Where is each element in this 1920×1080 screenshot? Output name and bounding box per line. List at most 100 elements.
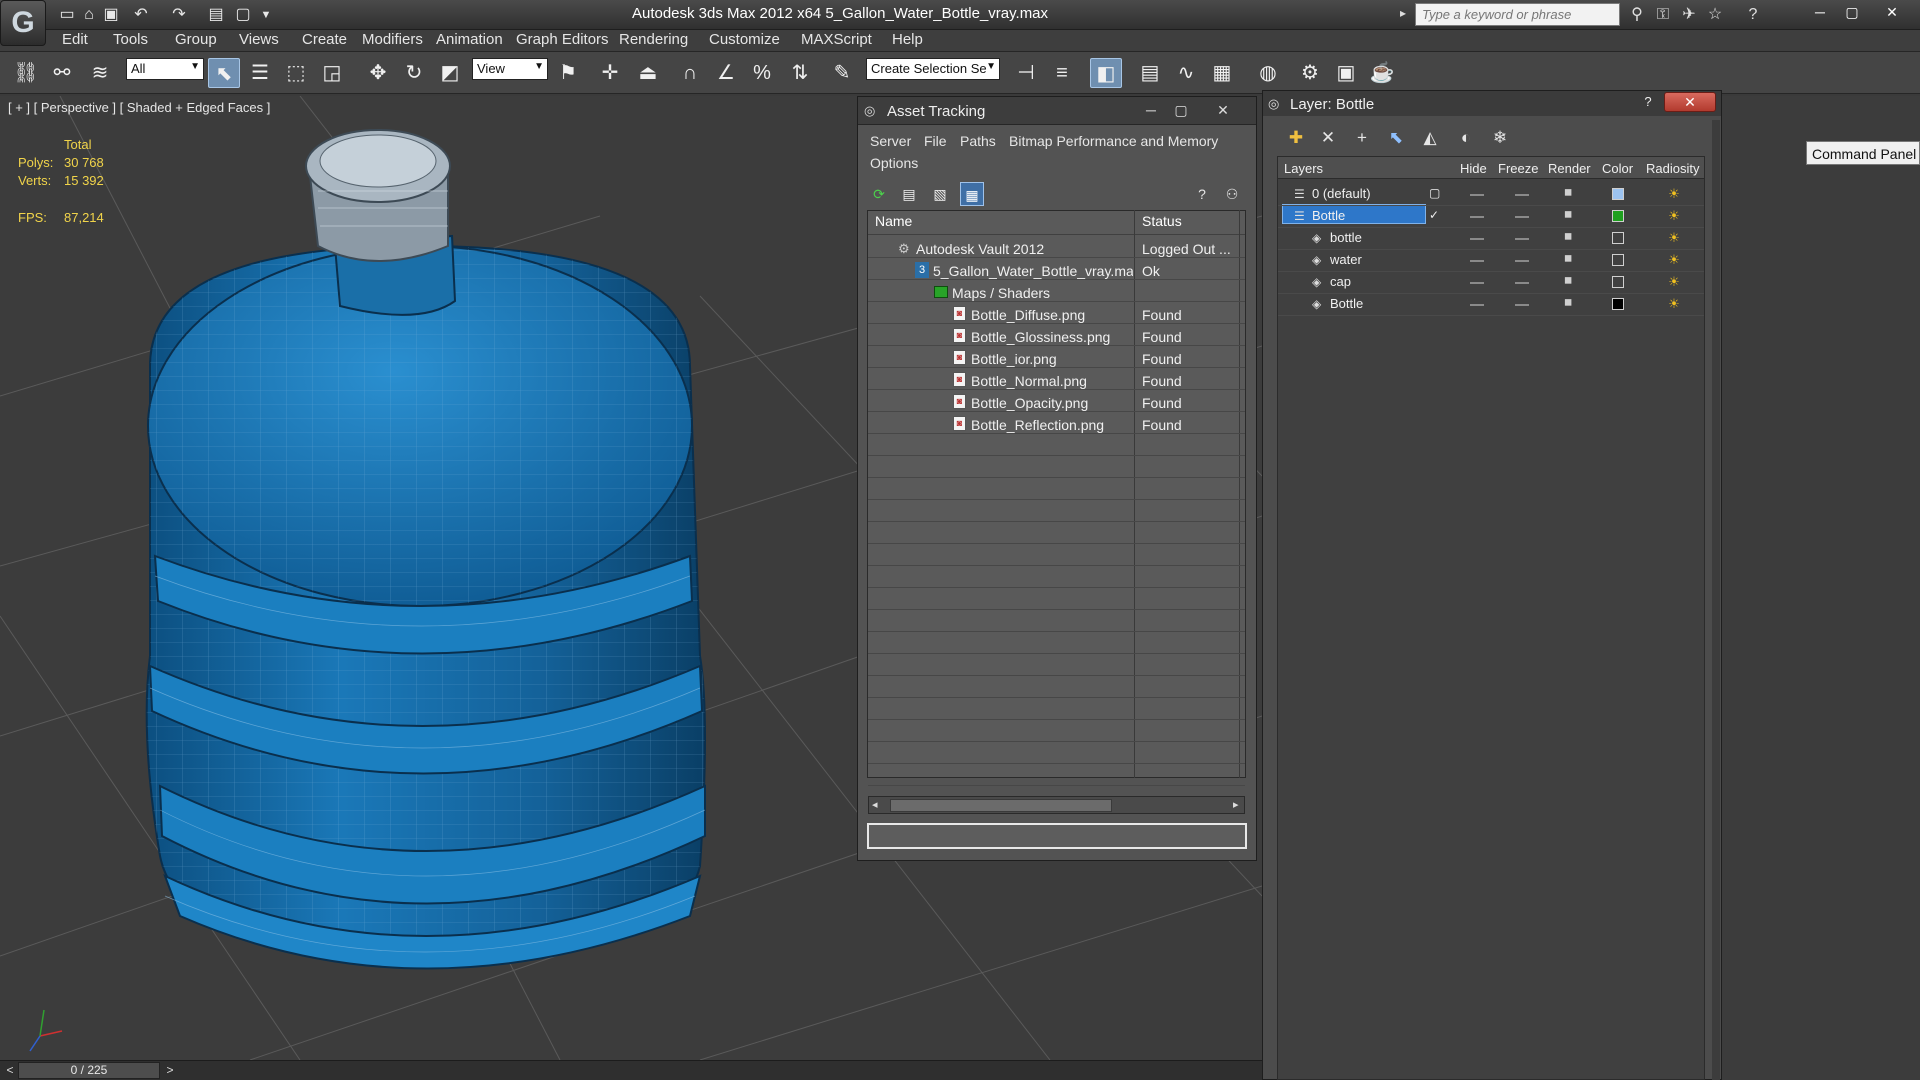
select-and-manipulate-icon[interactable]: ✛: [594, 58, 626, 88]
schematic-view-icon[interactable]: ▦: [1206, 58, 1238, 88]
menu-tools[interactable]: Tools: [113, 31, 148, 48]
menu-help[interactable]: Help: [892, 31, 923, 48]
menu-create[interactable]: Create: [302, 31, 347, 48]
asset-row-name[interactable]: Bottle_ior.png: [971, 351, 1131, 367]
favorites-star-icon[interactable]: ☆: [1702, 4, 1728, 26]
snaps-toggle-icon[interactable]: ∩: [674, 58, 706, 88]
window-layout-icon[interactable]: ▢: [232, 4, 254, 26]
create-new-layer-icon[interactable]: ✚: [1282, 125, 1310, 151]
subscription-key-icon[interactable]: ⚿: [1650, 4, 1676, 26]
select-objects-in-layer-icon[interactable]: ⬉: [1382, 125, 1410, 151]
object-row-name[interactable]: water: [1330, 252, 1362, 267]
render-setup-icon[interactable]: ⚙: [1294, 58, 1326, 88]
layer-column-layers[interactable]: Layers: [1284, 161, 1323, 176]
asset-row-name[interactable]: Bottle_Glossiness.png: [971, 329, 1131, 345]
hide-toggle[interactable]: [1470, 238, 1484, 240]
align-icon[interactable]: ≡: [1046, 58, 1078, 88]
layer-color-swatch[interactable]: [1612, 276, 1624, 288]
curve-editor-icon[interactable]: ∿: [1170, 58, 1202, 88]
layer-column-color[interactable]: Color: [1602, 161, 1633, 176]
menu-animation[interactable]: Animation: [436, 31, 503, 48]
delete-layer-icon[interactable]: ✕: [1314, 125, 1342, 151]
communication-center-icon[interactable]: ✈: [1676, 4, 1702, 26]
layer-column-render[interactable]: Render: [1548, 161, 1591, 176]
refresh-icon[interactable]: ⟳: [867, 182, 891, 206]
save-file-icon[interactable]: ▣: [100, 4, 122, 26]
asset-menu-paths[interactable]: Paths: [960, 133, 996, 149]
freeze-toggle[interactable]: [1515, 194, 1529, 196]
hide-toggle[interactable]: [1470, 304, 1484, 306]
current-layer-toggle[interactable]: [1429, 253, 1441, 265]
minimize-window-button[interactable]: ─: [1806, 2, 1834, 22]
current-layer-toggle[interactable]: [1429, 297, 1441, 309]
hide-unhide-all-icon[interactable]: ◐: [1452, 125, 1480, 151]
asset-row-name[interactable]: Bottle_Normal.png: [971, 373, 1131, 389]
layer-row-name[interactable]: Bottle: [1312, 208, 1345, 223]
select-by-name-icon[interactable]: ☰: [244, 58, 276, 88]
graphite-ribbon-icon[interactable]: ▤: [1134, 58, 1166, 88]
radiosity-icon[interactable]: ☀: [1666, 297, 1682, 311]
undo-icon[interactable]: ↶: [130, 4, 152, 26]
select-object-icon[interactable]: ⬉: [208, 58, 240, 88]
freeze-toggle[interactable]: [1515, 260, 1529, 262]
asset-row-name[interactable]: Maps / Shaders: [952, 285, 1132, 301]
asset-menu-file[interactable]: File: [924, 133, 947, 149]
render-production-icon[interactable]: ☕: [1366, 58, 1398, 88]
infocenter-search-input[interactable]: Type a keyword or phrase: [1415, 3, 1620, 26]
menu-views[interactable]: Views: [239, 31, 279, 48]
radiosity-icon[interactable]: ☀: [1666, 209, 1682, 223]
command-panel-tab[interactable]: Command Panel: [1806, 141, 1920, 165]
layer-help-button[interactable]: ?: [1636, 92, 1660, 112]
radiosity-icon[interactable]: ☀: [1666, 275, 1682, 289]
layer-close-button[interactable]: ✕: [1664, 92, 1716, 112]
menu-graph-editors[interactable]: Graph Editors: [516, 31, 609, 48]
table-view-icon[interactable]: ▦: [960, 182, 984, 206]
freeze-toggle[interactable]: [1515, 304, 1529, 306]
close-window-button[interactable]: ✕: [1878, 2, 1906, 22]
select-and-move-icon[interactable]: ✥: [362, 58, 394, 88]
new-file-icon[interactable]: ▭: [56, 4, 78, 26]
column-header-name[interactable]: Name: [875, 213, 912, 229]
hide-toggle[interactable]: [1470, 260, 1484, 262]
render-teapot-icon[interactable]: ◼: [1564, 298, 1576, 308]
angle-snap-icon[interactable]: ∠: [710, 58, 742, 88]
pivot-center-icon[interactable]: ⚑: [552, 58, 584, 88]
selection-filter-dropdown[interactable]: All ▼: [126, 58, 204, 80]
layer-column-radiosity[interactable]: Radiosity: [1646, 161, 1699, 176]
select-and-rotate-icon[interactable]: ↻: [398, 58, 430, 88]
edit-named-selection-icon[interactable]: ✎: [826, 58, 858, 88]
help-icon[interactable]: ?: [1740, 4, 1766, 26]
named-selection-set-dropdown[interactable]: Create Selection Se ▼: [866, 58, 1000, 80]
time-prev-button[interactable]: <: [2, 1062, 18, 1079]
infocenter-expand-icon[interactable]: ▸: [1400, 6, 1406, 20]
radiosity-icon[interactable]: ☀: [1666, 231, 1682, 245]
window-crossing-icon[interactable]: ◲: [316, 58, 348, 88]
asset-close-button[interactable]: ✕: [1212, 100, 1234, 120]
current-layer-toggle[interactable]: [1429, 231, 1441, 243]
highlight-selected-layer-icon[interactable]: ◭: [1416, 125, 1444, 151]
material-editor-icon[interactable]: ◍: [1252, 58, 1284, 88]
spinner-snap-icon[interactable]: ⇅: [784, 58, 816, 88]
current-layer-toggle[interactable]: [1429, 275, 1441, 287]
bind-to-space-warp-icon[interactable]: ≋: [84, 58, 116, 88]
freeze-toggle[interactable]: [1515, 282, 1529, 284]
hide-toggle[interactable]: [1470, 194, 1484, 196]
layer-color-swatch[interactable]: [1612, 232, 1624, 244]
customize-quickaccess-icon[interactable]: ▼: [255, 4, 277, 26]
scroll-right-icon[interactable]: ▸: [1233, 798, 1239, 811]
asset-context-help-icon[interactable]: ⚇: [1220, 182, 1244, 206]
layer-column-freeze[interactable]: Freeze: [1498, 161, 1538, 176]
render-teapot-icon[interactable]: ◼: [1564, 276, 1576, 286]
asset-scroll-thumb[interactable]: [890, 799, 1112, 812]
object-row-name[interactable]: cap: [1330, 274, 1351, 289]
render-teapot-icon[interactable]: ◼: [1564, 232, 1576, 242]
hide-toggle[interactable]: [1470, 282, 1484, 284]
layer-row-name[interactable]: 0 (default): [1312, 186, 1371, 201]
reference-coordinate-dropdown[interactable]: View ▼: [472, 58, 548, 80]
layer-manager-icon[interactable]: ◧: [1090, 58, 1122, 88]
asset-menu-server[interactable]: Server: [870, 133, 911, 149]
time-slider-thumb[interactable]: 0 / 225: [18, 1062, 160, 1079]
list-view-icon[interactable]: ▤: [897, 182, 921, 206]
asset-row-name[interactable]: Autodesk Vault 2012: [916, 241, 1131, 257]
object-row-name[interactable]: Bottle: [1330, 296, 1363, 311]
